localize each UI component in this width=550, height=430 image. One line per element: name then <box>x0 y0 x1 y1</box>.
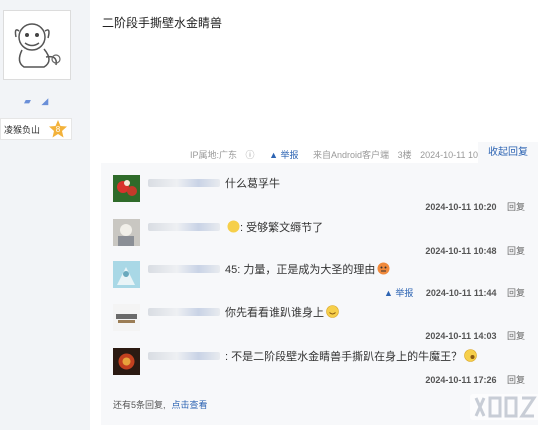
reply-button[interactable]: 回复 <box>507 288 525 298</box>
level-name: 凌猴负山 <box>4 125 41 135</box>
view-more-link[interactable]: 点击查看 <box>172 400 208 410</box>
reply-time: 2024-10-11 10:48 <box>425 246 497 256</box>
reply-meta: 2024-10-11 14:03 回复 <box>425 329 525 342</box>
post-tail-info: IP属地:广东 ⓘ ▲ 举报 来自Android客户端 3楼 2024-10-1… <box>190 148 497 161</box>
report-link[interactable]: ▲ 举报 <box>269 150 304 160</box>
laugh-emoji-icon <box>464 349 477 362</box>
reply-button[interactable]: 回复 <box>507 246 525 256</box>
floor-number: 3楼 <box>397 150 412 160</box>
reply-report-link[interactable]: ▲ 举报 <box>384 288 413 298</box>
ip-location: IP属地:广东 ⓘ <box>190 150 255 160</box>
reply-text: 你先看看谁趴谁身上 <box>225 304 339 320</box>
level-star-icon: 8 <box>49 120 67 138</box>
reply-button[interactable]: 回复 <box>507 331 525 341</box>
reply-item: 什么葛孚牛 2024-10-11 10:20 回复 <box>113 175 533 215</box>
reply-meta: ▲ 举报 2024-10-11 11:44 回复 <box>384 286 525 299</box>
avatar[interactable] <box>113 304 140 331</box>
level-number: 8 <box>56 125 61 134</box>
more-replies: 还有5条回复, 点击查看 <box>113 398 208 411</box>
reply-item: : 不是二阶段壁水金睛兽手撕趴在身上的牛魔王？ 2024-10-11 17:26… <box>113 348 533 388</box>
avatar[interactable] <box>113 348 140 375</box>
reply-time: 2024-10-11 10:20 <box>425 202 497 212</box>
emoji-icon <box>227 220 240 233</box>
reply-text: 什么葛孚牛 <box>225 178 280 190</box>
help-icon: ⓘ <box>245 150 255 160</box>
reply-username-blurred[interactable] <box>148 179 220 187</box>
angry-emoji-icon <box>377 262 390 275</box>
reply-username-blurred[interactable] <box>148 223 220 231</box>
reply-item: 你先看看谁趴谁身上 2024-10-11 14:03 回复 <box>113 304 533 344</box>
reply-text: : 受够繁文缛节了 <box>225 219 323 235</box>
smile-emoji-icon <box>326 305 339 318</box>
reply-time: 2024-10-11 17:26 <box>425 375 497 385</box>
site-watermark-logo <box>470 394 540 420</box>
reply-meta: 2024-10-11 10:48 回复 <box>425 244 525 257</box>
reply-button[interactable]: 回复 <box>507 375 525 385</box>
reply-time: 2024-10-11 11:44 <box>425 288 497 298</box>
collapse-replies-button[interactable]: 收起回复 <box>478 142 538 164</box>
client-source[interactable]: 来自Android客户端 <box>313 150 389 160</box>
reply-item: : 受够繁文缛节了 2024-10-11 10:48 回复 <box>113 219 533 259</box>
more-replies-count: 还有5条回复, <box>113 400 166 410</box>
reply-username-blurred[interactable] <box>148 352 220 360</box>
reply-panel: 什么葛孚牛 2024-10-11 10:20 回复 : 受够繁文缛节了 2024… <box>101 163 538 425</box>
reply-username-blurred[interactable] <box>148 265 220 273</box>
reply-meta: 2024-10-11 17:26 回复 <box>425 373 525 386</box>
user-badge-icons: ▰ ◢ <box>24 96 53 106</box>
reply-button[interactable]: 回复 <box>507 202 525 212</box>
reply-text: : 不是二阶段壁水金睛兽手撕趴在身上的牛魔王？ <box>225 348 477 364</box>
avatar[interactable] <box>113 175 140 202</box>
reply-meta: 2024-10-11 10:20 回复 <box>425 200 525 213</box>
monkey-sketch-icon <box>14 23 61 68</box>
post-content: 二阶段手撕壁水金睛兽 <box>102 16 223 30</box>
reply-username-blurred[interactable] <box>148 308 220 316</box>
author-avatar[interactable] <box>3 10 71 80</box>
reply-text: 45: 力量，正是成为大圣的理由 <box>225 261 390 277</box>
avatar[interactable] <box>113 219 140 246</box>
user-level-badge[interactable]: 凌猴负山 8 <box>0 118 72 140</box>
avatar[interactable] <box>113 261 140 288</box>
reply-item: 45: 力量，正是成为大圣的理由 ▲ 举报 2024-10-11 11:44 回… <box>113 261 533 301</box>
reply-time: 2024-10-11 14:03 <box>425 331 497 341</box>
